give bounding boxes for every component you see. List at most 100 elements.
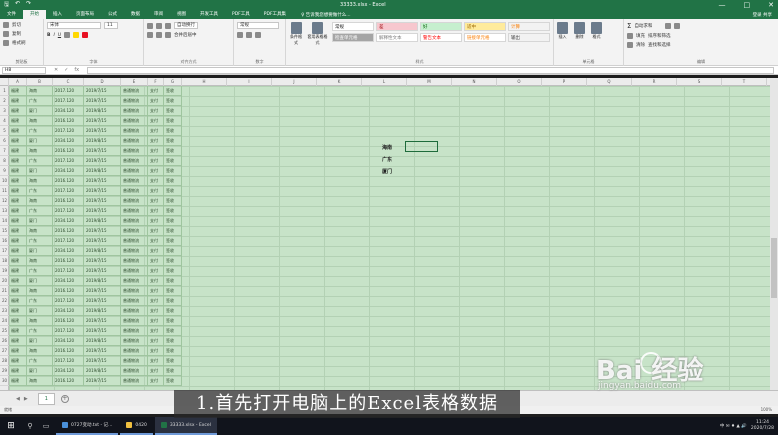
style-cell[interactable]: 链接单元格: [464, 33, 506, 42]
cell[interactable]: 普通物流: [121, 116, 148, 126]
cell[interactable]: 签收: [164, 146, 182, 156]
cell[interactable]: 签收: [164, 176, 182, 186]
tab-home[interactable]: 开始: [23, 10, 46, 19]
cell[interactable]: 2034.120: [53, 366, 84, 376]
table-row[interactable]: 福建 海南 2016.120 2019/7/15 普通物流 支付 签收: [9, 256, 182, 266]
table-row[interactable]: 福建 厦门 2034.120 2019/8/15 普通物流 支付 签收: [9, 136, 182, 146]
vertical-scrollbar[interactable]: [770, 78, 778, 390]
row-header[interactable]: 26: [0, 336, 9, 346]
cell[interactable]: 福建: [9, 256, 27, 266]
table-row[interactable]: 福建 海南 2016.120 2019/7/15 普通物流 支付 签收: [9, 146, 182, 156]
cell[interactable]: 2017.120: [53, 356, 84, 366]
cell[interactable]: 2016.120: [53, 226, 84, 236]
cell[interactable]: 2019/8/15: [84, 336, 121, 346]
row-header[interactable]: 16: [0, 236, 9, 246]
task-view-icon[interactable]: ▭: [38, 417, 54, 435]
cell[interactable]: 2019/7/15: [84, 156, 121, 166]
cell[interactable]: 普通物流: [121, 236, 148, 246]
cell[interactable]: 普通物流: [121, 156, 148, 166]
tab-pdf-toolset[interactable]: PDF工具集: [257, 10, 293, 19]
cell[interactable]: 2016.120: [53, 346, 84, 356]
cell[interactable]: 2034.120: [53, 136, 84, 146]
row-header[interactable]: 27: [0, 346, 9, 356]
select-all-corner[interactable]: [0, 78, 9, 86]
cell[interactable]: 普通物流: [121, 376, 148, 386]
maximize-button[interactable]: □: [744, 1, 751, 9]
row-header[interactable]: 19: [0, 266, 9, 276]
column-header[interactable]: Q: [587, 78, 632, 86]
column-header[interactable]: B: [27, 78, 53, 86]
table-row[interactable]: 福建 广东 2017.120 2019/7/15 普通物流 支付 签收: [9, 296, 182, 306]
cell[interactable]: 福建: [9, 226, 27, 236]
cell[interactable]: 2016.120: [53, 286, 84, 296]
font-name-select[interactable]: 宋体: [47, 22, 101, 29]
column-header[interactable]: O: [497, 78, 542, 86]
cell[interactable]: 签收: [164, 326, 182, 336]
row-header[interactable]: 14: [0, 216, 9, 226]
cell[interactable]: 福建: [9, 326, 27, 336]
column-header[interactable]: M: [407, 78, 452, 86]
cell[interactable]: 支付: [148, 336, 164, 346]
table-row[interactable]: 福建 厦门 2034.120 2019/8/15 普通物流 支付 签收: [9, 336, 182, 346]
column-header[interactable]: K: [317, 78, 362, 86]
row-header[interactable]: 25: [0, 326, 9, 336]
cell[interactable]: 海南: [27, 286, 53, 296]
cell[interactable]: 2019/8/15: [84, 136, 121, 146]
cell[interactable]: 支付: [148, 116, 164, 126]
cell[interactable]: 2034.120: [53, 106, 84, 116]
cell[interactable]: 普通物流: [121, 186, 148, 196]
cell[interactable]: 签收: [164, 276, 182, 286]
cell[interactable]: 福建: [9, 276, 27, 286]
search-icon[interactable]: ⚲: [22, 417, 38, 435]
cell[interactable]: 福建: [9, 216, 27, 226]
cell[interactable]: 2017.120: [53, 156, 84, 166]
cell[interactable]: 支付: [148, 296, 164, 306]
tab-developer[interactable]: 开发工具: [193, 10, 225, 19]
cell[interactable]: 支付: [148, 156, 164, 166]
cell[interactable]: 签收: [164, 86, 182, 96]
cell[interactable]: 签收: [164, 356, 182, 366]
cell[interactable]: 支付: [148, 236, 164, 246]
cell[interactable]: 普通物流: [121, 96, 148, 106]
table-row[interactable]: 福建 海南 2016.120 2019/7/15 普通物流 支付 签收: [9, 346, 182, 356]
cell[interactable]: 2019/7/15: [84, 316, 121, 326]
comma-icon[interactable]: [255, 32, 261, 38]
align-left-icon[interactable]: [147, 32, 153, 38]
table-row[interactable]: 福建 海南 2016.120 2019/7/15 普通物流 支付 签收: [9, 196, 182, 206]
cell[interactable]: 签收: [164, 186, 182, 196]
cell[interactable]: 支付: [148, 196, 164, 206]
cell[interactable]: 2019/7/15: [84, 266, 121, 276]
cell[interactable]: 厦门: [27, 336, 53, 346]
cell[interactable]: 2019/7/15: [84, 326, 121, 336]
cell[interactable]: 签收: [164, 366, 182, 376]
cell[interactable]: 2019/7/15: [84, 286, 121, 296]
table-row[interactable]: 福建 厦门 2034.120 2019/8/15 普通物流 支付 签收: [9, 246, 182, 256]
table-row[interactable]: 福建 广东 2017.120 2019/7/15 普通物流 支付 签收: [9, 206, 182, 216]
cell[interactable]: 2017.120: [53, 86, 84, 96]
column-header[interactable]: N: [452, 78, 497, 86]
cell[interactable]: 支付: [148, 216, 164, 226]
cell[interactable]: 普通物流: [121, 226, 148, 236]
cell[interactable]: 福建: [9, 126, 27, 136]
cell[interactable]: 2019/7/15: [84, 186, 121, 196]
cell[interactable]: 支付: [148, 146, 164, 156]
style-cell[interactable]: 差: [376, 22, 418, 31]
column-header[interactable]: S: [677, 78, 722, 86]
table-row[interactable]: 福建 海南 2016.120 2019/7/15 普通物流 支付 签收: [9, 176, 182, 186]
row-header[interactable]: 12: [0, 196, 9, 206]
tab-insert[interactable]: 插入: [46, 10, 69, 19]
border-icon[interactable]: [64, 32, 71, 38]
table-row[interactable]: 福建 海南 2016.120 2019/7/15 普通物流 支付 签收: [9, 226, 182, 236]
number-format-select[interactable]: 常规: [237, 22, 279, 29]
cell[interactable]: 普通物流: [121, 216, 148, 226]
table-row[interactable]: 福建 厦门 2034.120 2019/8/15 普通物流 支付 签收: [9, 106, 182, 116]
style-cell[interactable]: 检查单元格: [332, 33, 374, 42]
cell[interactable]: 支付: [148, 286, 164, 296]
taskbar-app-folder[interactable]: 0420: [120, 417, 153, 435]
cell[interactable]: 广东: [27, 206, 53, 216]
cell[interactable]: 普通物流: [121, 246, 148, 256]
cell[interactable]: 签收: [164, 126, 182, 136]
table-row[interactable]: 福建 海南 2017.120 2019/7/15 普通物流 支付 签收: [9, 86, 182, 96]
align-center-icon[interactable]: [156, 32, 162, 38]
cell[interactable]: 厦门: [27, 136, 53, 146]
